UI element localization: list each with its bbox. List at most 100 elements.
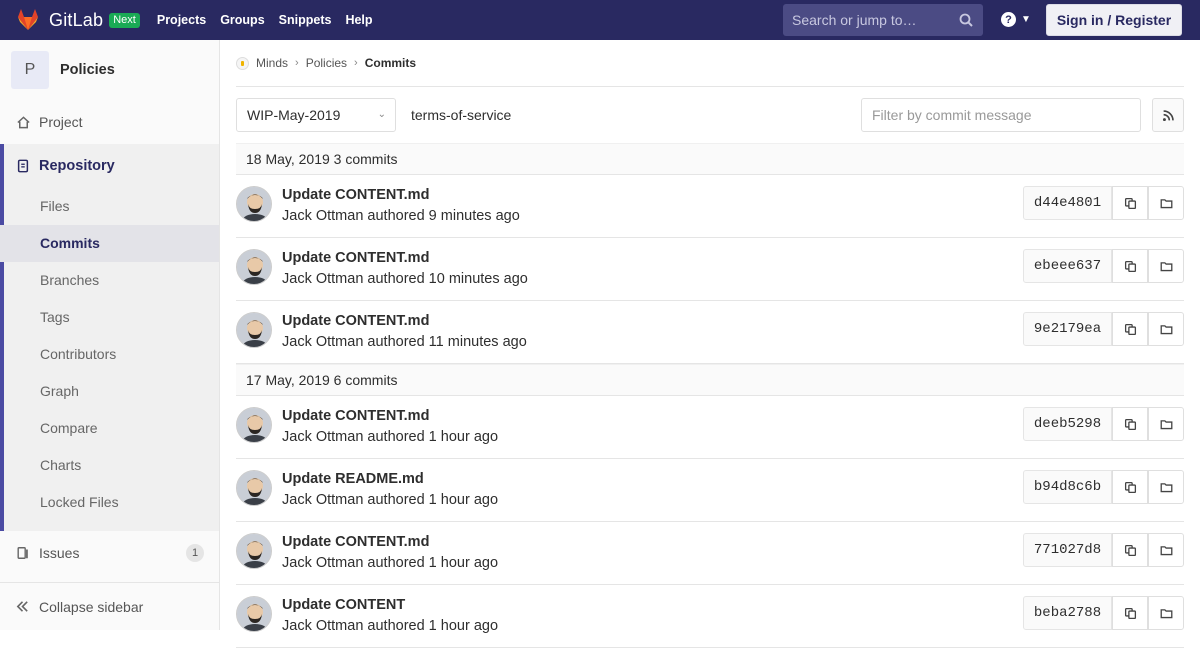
avatar[interactable] (236, 312, 272, 348)
issues-icon (15, 545, 31, 561)
top-navbar: GitLab Next Projects Groups Snippets Hel… (0, 0, 1200, 40)
avatar[interactable] (236, 533, 272, 569)
collapse-icon (15, 599, 30, 614)
commit-sha[interactable]: 771027d8 (1023, 533, 1112, 567)
nav-help[interactable]: Help (338, 0, 379, 40)
folder-icon (1160, 260, 1173, 273)
folder-icon (1160, 197, 1173, 210)
copy-sha-button[interactable] (1112, 407, 1148, 441)
commit-row: Update CONTENT.md Jack Ottman authored 1 … (236, 396, 1184, 459)
sidebar-item-branches[interactable]: Branches (4, 262, 219, 299)
sidebar-item-repository[interactable]: Repository (4, 144, 219, 188)
copy-sha-button[interactable] (1112, 470, 1148, 504)
commit-title[interactable]: Update CONTENT.md (282, 408, 429, 424)
copy-icon (1124, 607, 1137, 620)
rss-button[interactable] (1152, 98, 1184, 132)
commit-row: Update CONTENT.md Jack Ottman authored 10… (236, 238, 1184, 301)
search-input[interactable]: Search or jump to… (783, 4, 983, 36)
sidebar-item-project[interactable]: Project (0, 100, 219, 144)
sidebar-item-graph[interactable]: Graph (4, 373, 219, 410)
next-badge[interactable]: Next (109, 12, 140, 28)
breadcrumb-policies[interactable]: Policies (306, 56, 347, 70)
sidebar-item-tags[interactable]: Tags (4, 299, 219, 336)
gitlab-home-link[interactable]: GitLab Next (16, 0, 140, 40)
browse-files-button[interactable] (1148, 470, 1184, 504)
commit-title[interactable]: Update README.md (282, 471, 424, 487)
nav-projects[interactable]: Projects (150, 0, 213, 40)
branch-dropdown[interactable]: WIP-May-2019 ⌄ (236, 98, 396, 132)
browse-files-button[interactable] (1148, 596, 1184, 630)
commit-sha[interactable]: ebeee637 (1023, 249, 1112, 283)
commit-sha[interactable]: beba2788 (1023, 596, 1112, 630)
sidebar-project-header[interactable]: P Policies (0, 40, 219, 100)
brand-name: GitLab (49, 9, 104, 30)
commit-title[interactable]: Update CONTENT (282, 597, 405, 613)
folder-icon (1160, 544, 1173, 557)
commit-title[interactable]: Update CONTENT.md (282, 534, 429, 550)
commit-meta: Jack Ottman authored 11 minutes ago (282, 334, 527, 350)
commit-sha[interactable]: d44e4801 (1023, 186, 1112, 220)
copy-icon (1124, 481, 1137, 494)
browse-files-button[interactable] (1148, 249, 1184, 283)
sidebar-item-contributors[interactable]: Contributors (4, 336, 219, 373)
copy-icon (1124, 418, 1137, 431)
sidebar-item-locked-files[interactable]: Locked Files (4, 484, 219, 521)
commit-sha[interactable]: 9e2179ea (1023, 312, 1112, 346)
avatar[interactable] (236, 470, 272, 506)
avatar[interactable] (236, 186, 272, 222)
commit-title[interactable]: Update CONTENT.md (282, 250, 429, 266)
home-icon (15, 114, 31, 130)
nav-groups[interactable]: Groups (213, 0, 271, 40)
collapse-sidebar-button[interactable]: Collapse sidebar (0, 582, 219, 630)
avatar[interactable] (236, 596, 272, 632)
breadcrumb-commits[interactable]: Commits (365, 56, 416, 70)
copy-icon (1124, 197, 1137, 210)
help-dropdown[interactable]: ? ▼ (1001, 12, 1031, 27)
commit-filter-input[interactable]: Filter by commit message (861, 98, 1141, 132)
nav-snippets[interactable]: Snippets (272, 0, 339, 40)
avatar[interactable] (236, 407, 272, 443)
rss-icon (1162, 109, 1174, 121)
sidebar-item-commits[interactable]: Commits (0, 225, 219, 262)
commit-title[interactable]: Update CONTENT.md (282, 187, 429, 203)
copy-icon (1124, 323, 1137, 336)
commit-day-header: 17 May, 2019 6 commits (236, 364, 1184, 396)
sign-in-button[interactable]: Sign in / Register (1046, 4, 1182, 36)
copy-sha-button[interactable] (1112, 533, 1148, 567)
sidebar-item-files[interactable]: Files (4, 188, 219, 225)
chevron-down-icon: ⌄ (377, 109, 386, 120)
sidebar-item-label: Issues (39, 545, 80, 561)
copy-sha-button[interactable] (1112, 186, 1148, 220)
commit-row: Update CONTENT Jack Ottman authored 1 hou… (236, 585, 1184, 648)
issues-count-badge: 1 (186, 544, 204, 562)
folder-icon (1160, 418, 1173, 431)
sidebar-item-charts[interactable]: Charts (4, 447, 219, 484)
copy-sha-button[interactable] (1112, 596, 1148, 630)
commit-meta: Jack Ottman authored 1 hour ago (282, 618, 499, 634)
sidebar-item-label: Project (39, 114, 83, 130)
sidebar-item-label: Repository (39, 158, 115, 174)
sidebar-item-compare[interactable]: Compare (4, 410, 219, 447)
group-avatar (236, 56, 249, 70)
browse-files-button[interactable] (1148, 186, 1184, 220)
sidebar-item-issues[interactable]: Issues 1 (0, 531, 219, 575)
commit-day-header: 18 May, 2019 3 commits (236, 143, 1184, 175)
commit-title[interactable]: Update CONTENT.md (282, 313, 429, 329)
commit-meta: Jack Ottman authored 1 hour ago (282, 492, 499, 508)
path-label: terms-of-service (411, 107, 512, 123)
commit-sha[interactable]: deeb5298 (1023, 407, 1112, 441)
collapse-label: Collapse sidebar (39, 598, 144, 615)
commits-toolbar: WIP-May-2019 ⌄ terms-of-service Filter b… (236, 87, 1184, 143)
copy-sha-button[interactable] (1112, 312, 1148, 346)
browse-files-button[interactable] (1148, 407, 1184, 441)
browse-files-button[interactable] (1148, 533, 1184, 567)
avatar[interactable] (236, 249, 272, 285)
browse-files-button[interactable] (1148, 312, 1184, 346)
breadcrumb-minds[interactable]: Minds (256, 56, 288, 70)
copy-sha-button[interactable] (1112, 249, 1148, 283)
project-avatar: P (11, 51, 49, 89)
chevron-right-icon: › (295, 57, 299, 69)
folder-icon (1160, 323, 1173, 336)
commit-sha[interactable]: b94d8c6b (1023, 470, 1112, 504)
commit-meta: Jack Ottman authored 10 minutes ago (282, 271, 528, 287)
